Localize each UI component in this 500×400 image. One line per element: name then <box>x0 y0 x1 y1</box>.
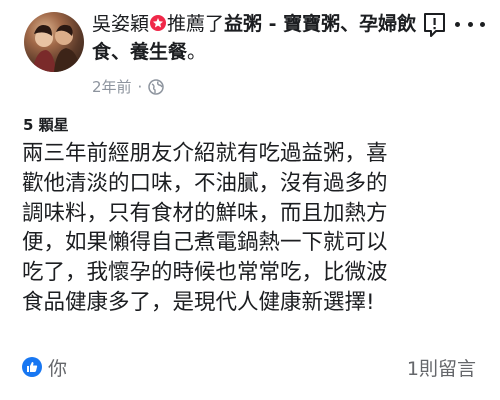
post-footer: 你 1則留言 <box>0 350 500 386</box>
review-line: 歡他清淡的口味，不油膩，沒有過多的 <box>22 170 388 196</box>
trailing-punct: 。 <box>187 41 207 63</box>
rating-label: 5 顆星 <box>23 116 69 134</box>
recommend-star-icon <box>150 15 167 31</box>
post-header: 吳姿穎 推薦了益粥 - 寶寶粥、孕婦飲食、養生餐。 <box>92 10 422 66</box>
review-line: 食品健康多了，是現代人健康新選擇! <box>22 289 375 315</box>
globe-icon <box>148 79 165 100</box>
review-line: 調味料，只有食材的鮮味，而且加熱方 <box>22 200 388 226</box>
post-meta: 2年前 · <box>92 77 165 100</box>
review-body: 兩三年前經朋友介紹就有吃過益粥，喜 歡他清淡的口味，不油膩，沒有過多的 調味料，… <box>22 139 484 318</box>
report-flag-icon[interactable] <box>422 12 448 38</box>
author-name[interactable]: 吳姿穎 <box>92 13 149 35</box>
timestamp[interactable]: 2年前 <box>92 78 132 96</box>
meta-separator: · <box>137 78 143 96</box>
action-text: 推薦了 <box>167 13 225 35</box>
review-line: 兩三年前經朋友介紹就有吃過益粥，喜 <box>22 141 388 166</box>
comment-count-link[interactable]: 1則留言 <box>407 354 476 381</box>
review-line: 便，如果懶得自己煮電鍋熱一下就可以 <box>22 230 388 256</box>
more-dot <box>467 21 473 27</box>
more-options-icon[interactable] <box>455 16 485 32</box>
more-dot <box>455 21 460 27</box>
likers-text[interactable]: 你 <box>48 354 67 381</box>
thumbs-up-icon[interactable] <box>22 357 42 377</box>
avatar[interactable] <box>24 12 84 72</box>
more-dot <box>480 21 485 27</box>
review-line: 吃了，我懷孕的時候也常常吃，比微波 <box>22 260 388 286</box>
review-post-card: 吳姿穎 推薦了益粥 - 寶寶粥、孕婦飲食、養生餐。 2年前 · 5 顆星 兩三年前經… <box>0 0 500 400</box>
